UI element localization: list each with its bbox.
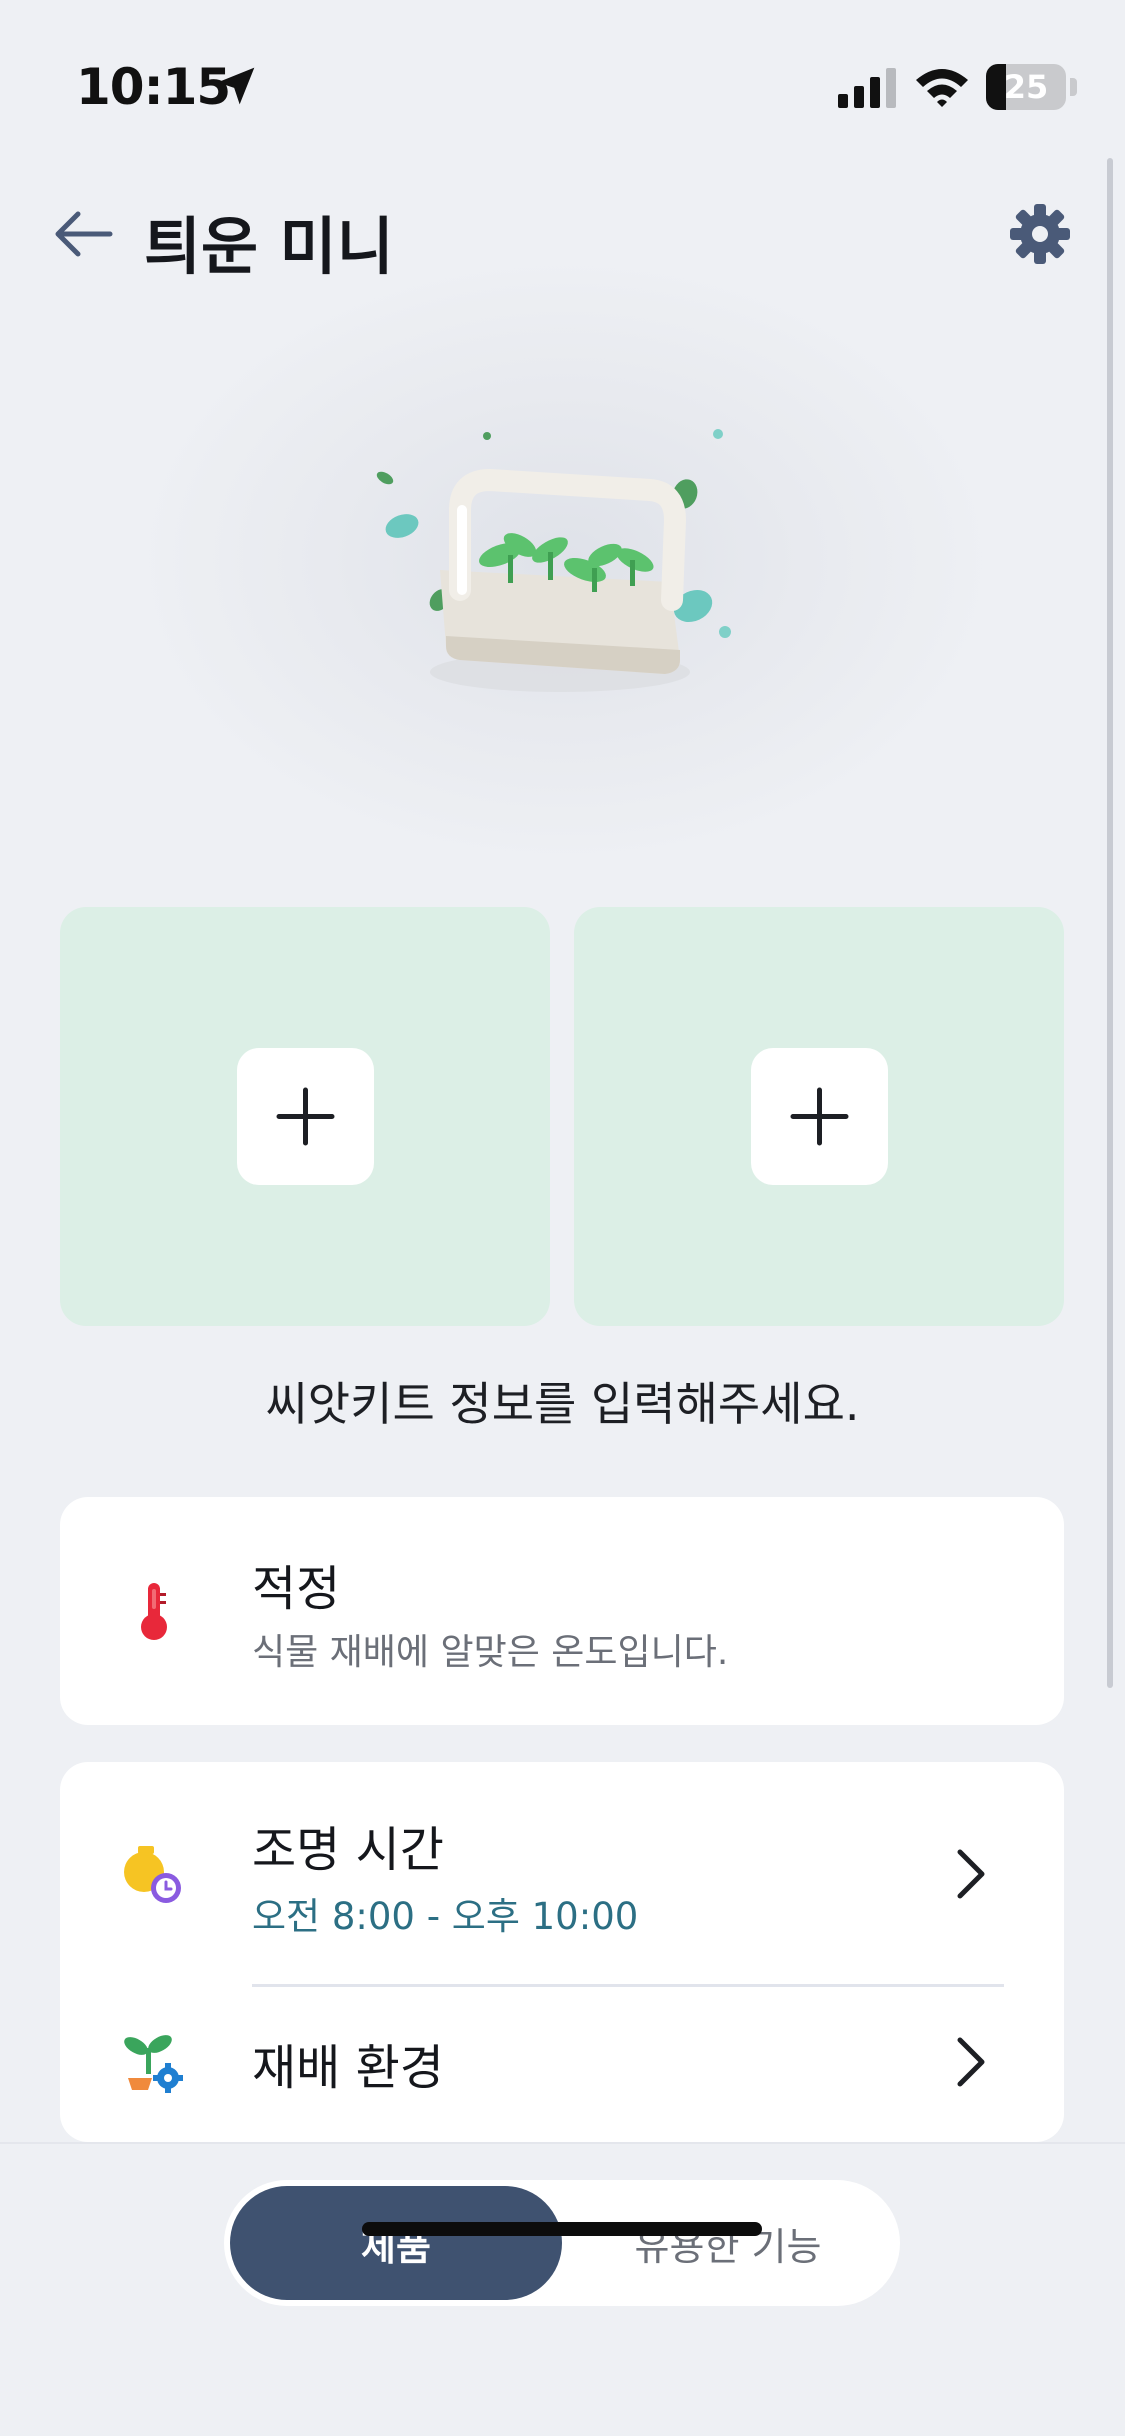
gear-icon[interactable] bbox=[1008, 202, 1072, 266]
environment-row[interactable]: 재배 환경 bbox=[60, 1988, 1064, 2142]
temperature-status: 적정 bbox=[252, 1561, 341, 1617]
plus-icon[interactable] bbox=[237, 1048, 374, 1185]
bottom-tab-bar: 제품 유용한 기능 bbox=[0, 2142, 1125, 2436]
environment-title: 재배 환경 bbox=[252, 2040, 444, 2096]
temperature-description: 식물 재배에 알맞은 온도입니다. bbox=[252, 1632, 729, 1673]
battery-indicator: 25 bbox=[986, 64, 1066, 110]
plus-icon[interactable] bbox=[751, 1048, 888, 1185]
battery-percentage: 25 bbox=[1003, 68, 1049, 106]
row-divider bbox=[252, 1984, 1004, 1987]
back-arrow-icon[interactable] bbox=[52, 204, 116, 264]
scrollbar[interactable] bbox=[1107, 158, 1113, 1688]
home-indicator[interactable] bbox=[362, 2222, 762, 2236]
seed-slot-right[interactable] bbox=[574, 907, 1064, 1326]
location-arrow-icon bbox=[217, 67, 255, 105]
battery-nub bbox=[1070, 78, 1077, 96]
seed-slot-left[interactable] bbox=[60, 907, 550, 1326]
page-title: 틔운 미니 bbox=[144, 210, 394, 283]
chevron-right-icon bbox=[957, 2037, 985, 2087]
lighting-schedule: 오전 8:00 - 오후 10:00 bbox=[252, 1895, 639, 1938]
temperature-card: 적정 식물 재배에 알맞은 온도입니다. bbox=[60, 1497, 1064, 1725]
segmented-control: 제품 유용한 기능 bbox=[224, 2180, 900, 2306]
seed-kit-prompt: 씨앗키트 정보를 입력해주세요. bbox=[265, 1377, 860, 1431]
cellular-signal-icon bbox=[838, 68, 896, 108]
product-image bbox=[376, 429, 731, 692]
status-time: 10:15 bbox=[76, 58, 231, 116]
thermometer-icon bbox=[141, 1583, 167, 1640]
chevron-right-icon bbox=[957, 1849, 985, 1899]
settings-card: 조명 시간 오전 8:00 - 오후 10:00 재배 환경 bbox=[60, 1762, 1064, 2142]
tab-product[interactable]: 제품 bbox=[230, 2186, 562, 2300]
lighting-row[interactable]: 조명 시간 오전 8:00 - 오후 10:00 bbox=[60, 1762, 1064, 1986]
tab-useful-features[interactable]: 유용한 기능 bbox=[562, 2186, 894, 2300]
status-bar: 10:15 25 bbox=[0, 0, 1125, 170]
wifi-icon bbox=[916, 69, 968, 107]
lighting-title: 조명 시간 bbox=[252, 1822, 444, 1878]
bulb-clock-icon bbox=[124, 1846, 181, 1903]
plant-gear-icon bbox=[124, 2035, 183, 2093]
